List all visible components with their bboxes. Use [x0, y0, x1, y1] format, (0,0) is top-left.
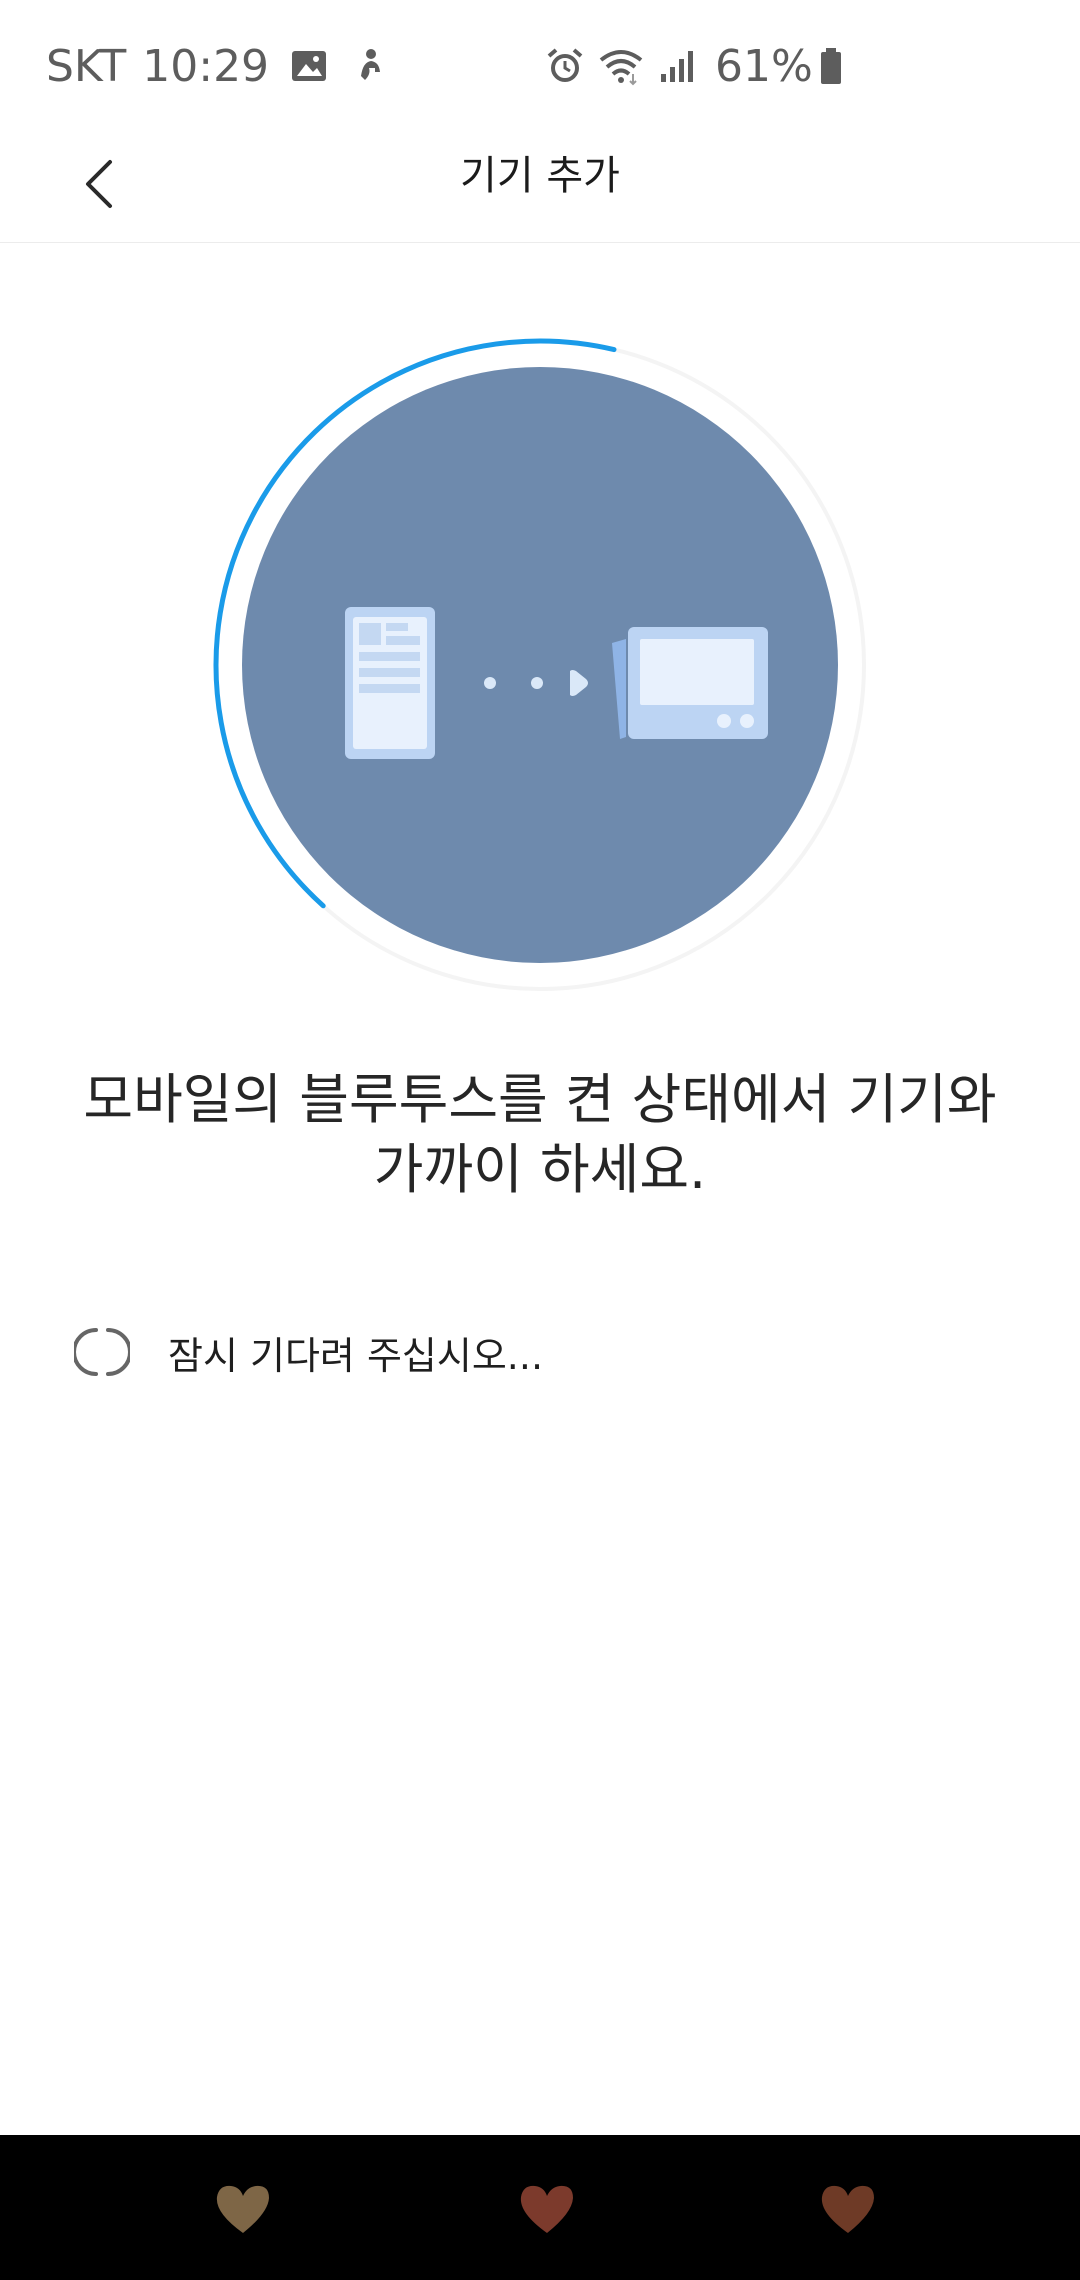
heart-icon[interactable]	[517, 2183, 577, 2235]
heart-icon[interactable]	[818, 2183, 878, 2235]
gallery-icon	[292, 51, 327, 81]
status-bar-right: 61%	[545, 36, 857, 96]
status-bar: SKT 10:29 61%	[0, 0, 1080, 130]
heart-icon[interactable]	[213, 2183, 273, 2235]
connection-illustration	[213, 338, 866, 991]
instruction-line-2: 가까이 하세요.	[373, 1138, 707, 1201]
clock: 10:29	[142, 40, 270, 92]
device-icon	[612, 627, 768, 739]
waiting-status: 잠시 기다려 주십시오...	[74, 1322, 543, 1382]
instruction-text: 모바일의 블루투스를 켠 상태에서 기기와 가까이 하세요.	[40, 1065, 1040, 1205]
wifi-icon	[599, 50, 643, 86]
page-title: 기기 추가	[460, 153, 620, 199]
carrier-label: SKT	[46, 40, 127, 92]
battery-icon	[820, 48, 841, 84]
spinner-icon	[74, 1328, 130, 1376]
signal-icon	[661, 51, 693, 82]
bottom-bar	[0, 2135, 1080, 2280]
alarm-icon	[547, 48, 583, 82]
figure-icon	[361, 49, 381, 80]
waiting-text: 잠시 기다려 주십시오...	[168, 1333, 544, 1378]
instruction-line-1: 모바일의 블루투스를 켠 상태에서 기기와	[83, 1068, 997, 1131]
status-bar-left: SKT 10:29	[46, 36, 409, 96]
app-bar: 기기 추가	[0, 130, 1080, 243]
phone-icon	[345, 607, 435, 759]
battery-percent: 61%	[715, 40, 813, 92]
